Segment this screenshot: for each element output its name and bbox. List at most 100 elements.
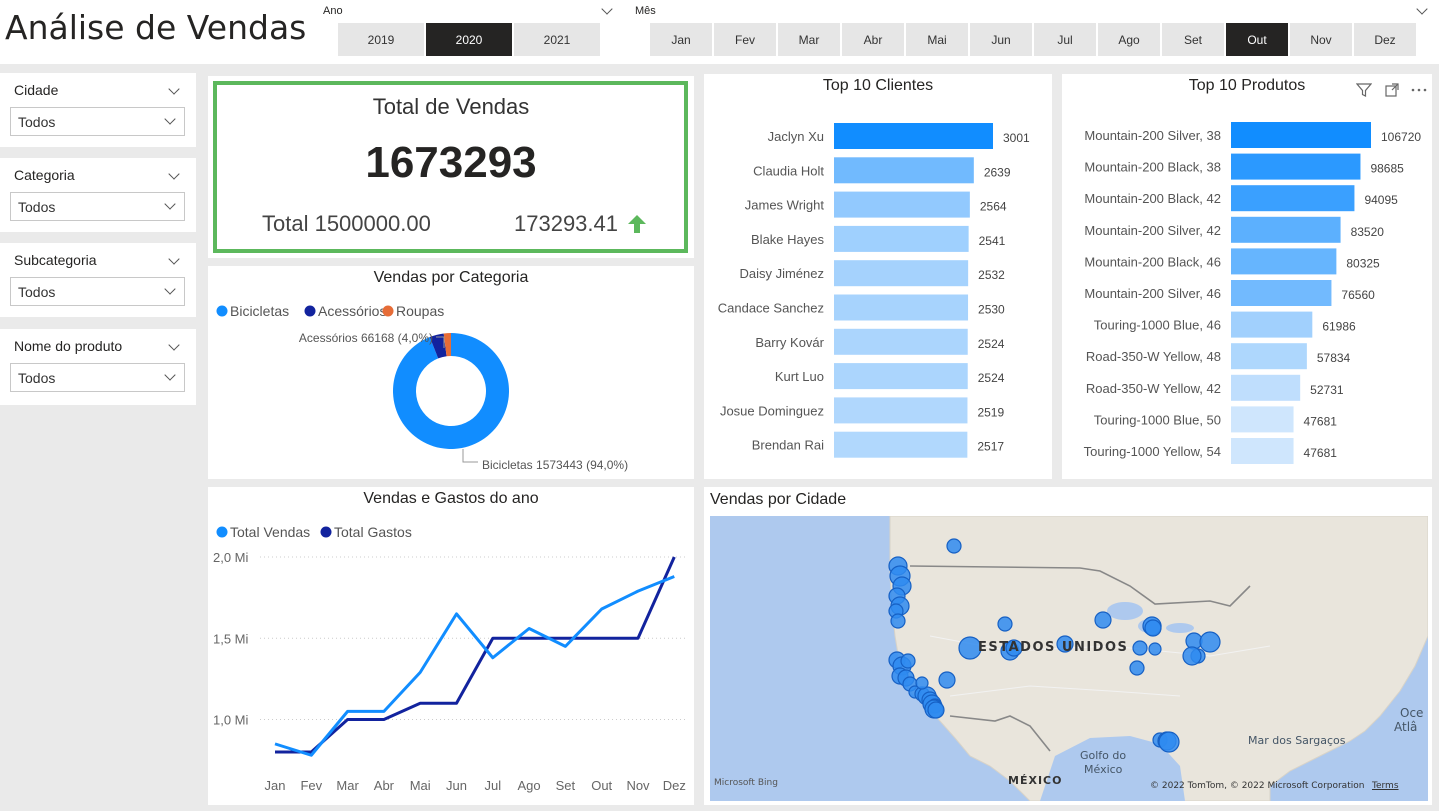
line-chart-panel[interactable]: Vendas e Gastos do ano Total Vendas Total… <box>208 487 694 805</box>
filter-dropdown[interactable]: Todos <box>10 192 185 221</box>
series-line[interactable] <box>275 556 676 754</box>
chevron-down-icon[interactable] <box>164 369 176 381</box>
leader-line <box>462 449 478 463</box>
year-tile-2021[interactable]: 2021 <box>514 23 600 56</box>
bar[interactable] <box>834 397 968 424</box>
filter-dropdown[interactable]: Todos <box>10 107 185 136</box>
year-slicer-chevron-icon[interactable] <box>601 3 613 15</box>
legend-marker <box>382 305 394 317</box>
bar[interactable] <box>1231 438 1294 464</box>
month-tile-jun[interactable]: Jun <box>970 23 1032 56</box>
city-bubble[interactable] <box>938 671 956 689</box>
bar[interactable] <box>1231 122 1371 148</box>
bar-category-label: Mountain-200 Black, 38 <box>1084 160 1221 175</box>
series-line[interactable] <box>274 575 675 757</box>
bar-value-label: 94095 <box>1364 193 1398 207</box>
map-label-country: ESTADOS UNIDOS <box>978 640 1129 655</box>
line-chart[interactable]: Total Vendas Total Gastos 1,0 Mi 1,5 Mi 2,0 … <box>208 487 694 805</box>
map-terms-link[interactable]: Terms <box>1372 781 1399 791</box>
chevron-down-icon[interactable] <box>168 168 180 180</box>
filter-value: Todos <box>18 284 56 300</box>
chevron-down-icon[interactable] <box>168 339 180 351</box>
filter-nome-do-produto[interactable]: Nome do produto Todos <box>0 329 196 405</box>
city-bubble[interactable] <box>890 613 906 629</box>
bar[interactable] <box>1231 248 1337 275</box>
bar[interactable] <box>1231 311 1313 338</box>
map-label-sargasso: Mar dos Sargaços <box>1248 734 1346 747</box>
bar[interactable] <box>1231 185 1355 212</box>
city-bubble[interactable] <box>1132 640 1148 656</box>
city-bubble[interactable] <box>900 653 916 669</box>
filter-dropdown[interactable]: Todos <box>10 277 185 306</box>
bar-category-label: Touring-1000 Blue, 50 <box>1094 412 1221 427</box>
year-tile-2019[interactable]: 2019 <box>338 23 424 56</box>
top-clients-panel[interactable]: Top 10 Clientes Jaclyn Xu 3001 Claudia Hol… <box>704 74 1052 479</box>
bar-value-label: 52731 <box>1310 383 1344 397</box>
chevron-down-icon[interactable] <box>164 198 176 210</box>
city-bubble[interactable] <box>1094 611 1112 629</box>
bar-value-label: 3001 <box>1003 131 1030 145</box>
bar-category-label: Brendan Rai <box>752 438 824 453</box>
chevron-down-icon[interactable] <box>164 283 176 295</box>
year-tile-2020[interactable]: 2020 <box>426 23 512 56</box>
city-bubble[interactable] <box>1129 660 1145 676</box>
month-tile-mai[interactable]: Mai <box>906 23 968 56</box>
month-tile-jul[interactable]: Jul <box>1034 23 1096 56</box>
chevron-down-icon[interactable] <box>168 253 180 265</box>
chevron-down-icon[interactable] <box>168 83 180 95</box>
month-tile-out[interactable]: Out <box>1226 23 1288 56</box>
month-tile-nov[interactable]: Nov <box>1290 23 1352 56</box>
month-tile-abr[interactable]: Abr <box>842 23 904 56</box>
city-bubble[interactable] <box>946 538 962 554</box>
bar[interactable] <box>1231 153 1361 180</box>
city-bubble[interactable] <box>1144 619 1162 637</box>
bar-value-label: 76560 <box>1341 288 1375 302</box>
bar[interactable] <box>1231 216 1341 243</box>
city-bubble[interactable] <box>1182 646 1202 666</box>
month-tile-jan[interactable]: Jan <box>650 23 712 56</box>
bar[interactable] <box>834 431 968 458</box>
map-canvas[interactable]: ESTADOS UNIDOS MÉXICO Golfo do México Ma… <box>710 516 1428 801</box>
filter-value: Todos <box>18 114 56 130</box>
lake-shape <box>1107 602 1143 620</box>
filter-cidade[interactable]: Cidade Todos <box>0 73 196 147</box>
filter-categoria[interactable]: Categoria Todos <box>0 158 196 232</box>
filter-dropdown[interactable]: Todos <box>10 363 185 392</box>
chevron-down-icon[interactable] <box>164 113 176 125</box>
bar[interactable] <box>1231 280 1332 306</box>
month-tile-ago[interactable]: Ago <box>1098 23 1160 56</box>
city-bubble[interactable] <box>915 676 929 690</box>
bar[interactable] <box>1231 374 1301 401</box>
top-products-chart[interactable]: Mountain-200 Silver, 38 106720 Mountain-20… <box>1062 74 1432 479</box>
bar[interactable] <box>834 294 969 321</box>
top-clients-chart[interactable]: Jaclyn Xu 3001 Claudia Holt 2639 James Wrigh… <box>704 74 1052 479</box>
city-bubble[interactable] <box>997 616 1013 632</box>
month-tile-fev[interactable]: Fev <box>714 23 776 56</box>
top-products-panel[interactable]: Top 10 Produtos Mountain-200 Silver, 38 1… <box>1062 74 1432 479</box>
bar-value-label: 47681 <box>1304 414 1338 428</box>
bar-category-label: Mountain-200 Silver, 42 <box>1084 223 1221 238</box>
bar[interactable] <box>834 191 970 218</box>
map-svg[interactable] <box>710 516 1428 801</box>
bar[interactable] <box>1231 406 1294 433</box>
donut-chart[interactable]: Bicicletas Acessórios Roupas Acessórios 661… <box>208 266 694 479</box>
city-bubble[interactable] <box>1199 631 1221 653</box>
bar[interactable] <box>1231 343 1307 370</box>
trend-up-arrow-icon <box>628 215 646 233</box>
bar[interactable] <box>834 157 974 184</box>
bar[interactable] <box>834 123 993 149</box>
city-bubble[interactable] <box>927 701 945 719</box>
bar[interactable] <box>834 363 968 390</box>
month-tile-set[interactable]: Set <box>1162 23 1224 56</box>
category-donut-panel[interactable]: Vendas por Categoria Bicicletas Acessório… <box>208 266 694 479</box>
city-bubble[interactable] <box>1148 642 1162 656</box>
month-tile-dez[interactable]: Dez <box>1354 23 1416 56</box>
month-slicer-chevron-icon[interactable] <box>1416 3 1428 15</box>
bar[interactable] <box>834 260 969 287</box>
city-bubble[interactable] <box>1158 731 1180 753</box>
bar[interactable] <box>834 328 968 355</box>
month-tile-mar[interactable]: Mar <box>778 23 840 56</box>
bar[interactable] <box>834 225 969 252</box>
kpi-card[interactable]: Total de Vendas 1673293 Total 1500000.00… <box>208 76 694 258</box>
filter-subcategoria[interactable]: Subcategoria Todos <box>0 243 196 317</box>
